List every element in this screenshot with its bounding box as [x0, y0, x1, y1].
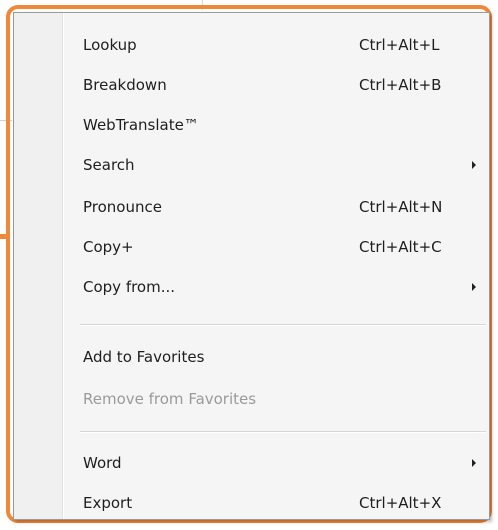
context-menu: Lookup Ctrl+Alt+L Breakdown Ctrl+Alt+B W…: [13, 12, 490, 520]
screenshot-stage: Lookup Ctrl+Alt+L Breakdown Ctrl+Alt+B W…: [0, 0, 498, 530]
menu-item-label: Export: [83, 494, 133, 512]
menu-item-label: Lookup: [83, 36, 137, 54]
menu-item-remove-from-favorites: Remove from Favorites: [17, 382, 486, 416]
menu-item-copy-from[interactable]: Copy from...: [17, 270, 486, 304]
menu-item-pronounce[interactable]: Pronounce Ctrl+Alt+N: [17, 190, 486, 224]
menu-item-breakdown[interactable]: Breakdown Ctrl+Alt+B: [17, 68, 486, 102]
menu-item-lookup[interactable]: Lookup Ctrl+Alt+L: [17, 28, 486, 62]
menu-item-label: Add to Favorites: [83, 348, 205, 366]
menu-item-label: Copy from...: [83, 278, 176, 296]
menu-item-copy-plus[interactable]: Copy+ Ctrl+Alt+C: [17, 230, 486, 264]
menu-item-word[interactable]: Word: [17, 446, 486, 480]
menu-item-label: Word: [83, 454, 122, 472]
menu-item-shortcut: Ctrl+Alt+X: [359, 494, 442, 512]
menu-item-shortcut: Ctrl+Alt+N: [359, 198, 443, 216]
submenu-arrow-icon: [472, 161, 476, 169]
menu-item-label: Search: [83, 156, 135, 174]
menu-item-shortcut: Ctrl+Alt+B: [359, 76, 442, 94]
menu-item-label: Copy+: [83, 238, 134, 256]
menu-item-add-to-favorites[interactable]: Add to Favorites: [17, 340, 486, 374]
submenu-arrow-icon: [472, 283, 476, 291]
menu-item-label: Remove from Favorites: [83, 390, 257, 408]
menu-item-shortcut: Ctrl+Alt+C: [359, 238, 442, 256]
menu-item-label: Pronounce: [83, 198, 162, 216]
menu-item-shortcut: Ctrl+Alt+L: [359, 36, 440, 54]
menu-item-label: WebTranslate™: [83, 116, 199, 134]
submenu-arrow-icon: [472, 459, 476, 467]
menu-item-export[interactable]: Export Ctrl+Alt+X: [17, 486, 486, 520]
menu-item-webtranslate[interactable]: WebTranslate™: [17, 108, 486, 142]
menu-item-search[interactable]: Search: [17, 148, 486, 182]
menu-separator: [80, 431, 486, 433]
menu-separator: [80, 324, 486, 326]
menu-item-label: Breakdown: [83, 76, 167, 94]
